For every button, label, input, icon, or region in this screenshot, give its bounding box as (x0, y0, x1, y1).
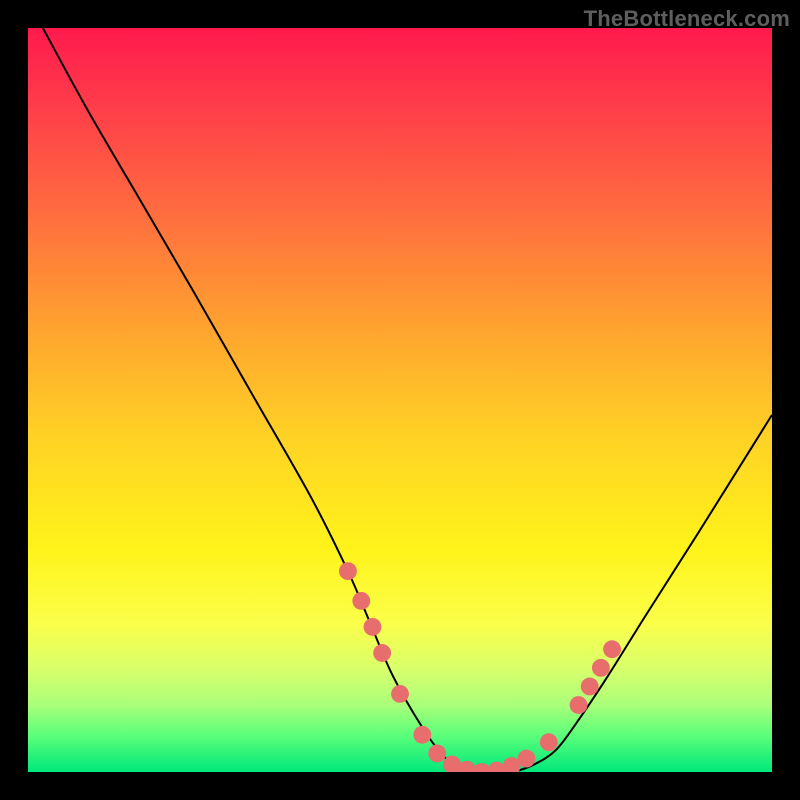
data-marker (518, 750, 536, 768)
data-marker (352, 592, 370, 610)
watermark-text: TheBottleneck.com (584, 6, 790, 32)
data-marker (339, 562, 357, 580)
bottleneck-chart-svg (28, 28, 772, 772)
data-marker (603, 640, 621, 658)
data-marker (540, 733, 558, 751)
data-marker (413, 726, 431, 744)
data-marker (373, 644, 391, 662)
data-marker (391, 685, 409, 703)
data-marker (581, 678, 599, 696)
bottleneck-curve (43, 28, 772, 772)
data-marker (428, 744, 446, 762)
data-marker (592, 659, 610, 677)
data-marker (570, 696, 588, 714)
data-marker (364, 618, 382, 636)
chart-plot-area (28, 28, 772, 772)
